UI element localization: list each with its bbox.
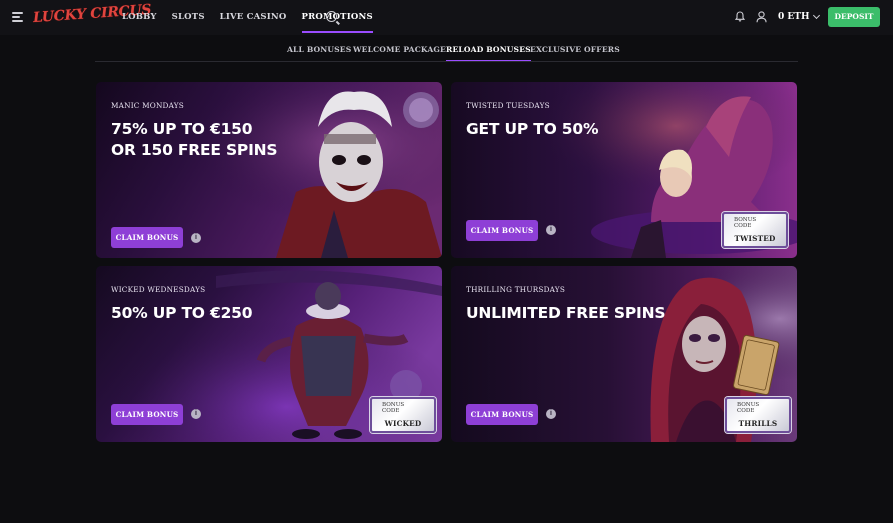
promo-headline-line-2: OR 150 FREE SPINS	[111, 141, 278, 159]
nav-item-slots[interactable]: SLOTS	[172, 0, 205, 35]
promo-headline-line-1: 75% UP TO €150	[111, 120, 253, 138]
claim-bonus-button[interactable]: CLAIM BONUS	[111, 227, 183, 248]
promo-headline-line-1: GET UP TO 50%	[466, 120, 599, 138]
info-icon[interactable]: i	[546, 409, 556, 419]
promo-headline: UNLIMITED FREE SPINS	[466, 303, 666, 324]
promo-headline: GET UP TO 50%	[466, 119, 598, 140]
promo-subtitle: MANIC MONDAYS	[111, 101, 184, 110]
tab-reload-bonuses[interactable]: RELOAD BONUSES	[446, 35, 531, 62]
bonus-code-badge: BONUS CODE TWISTED	[722, 212, 788, 248]
claim-bonus-button[interactable]: CLAIM BONUS	[111, 404, 183, 425]
promo-card-twisted-tuesdays: TWISTED TUESDAYS GET UP TO 50% CLAIM BON…	[451, 82, 797, 258]
promo-headline: 50% UP TO €250	[111, 303, 253, 324]
balance-value: 0 ETH	[778, 12, 810, 22]
bonus-code-badge: BONUS CODE WICKED	[370, 397, 436, 433]
bonus-code-label: BONUS CODE	[382, 402, 405, 415]
info-icon[interactable]: i	[191, 233, 201, 243]
menu-icon[interactable]	[12, 12, 23, 22]
promo-subtitle: THRILLING THURSDAYS	[466, 285, 566, 294]
promo-subtitle: TWISTED TUESDAYS	[466, 101, 550, 110]
promo-card-wicked-wednesdays: WICKED WEDNESDAYS 50% UP TO €250 CLAIM B…	[96, 266, 442, 442]
search-icon[interactable]	[326, 11, 337, 22]
promo-headline-line-1: 50% UP TO €250	[111, 304, 253, 322]
bonus-code-value: THRILLS	[738, 419, 778, 428]
promo-subtitle: WICKED WEDNESDAYS	[111, 285, 206, 294]
promo-card-thrilling-thursdays: THRILLING THURSDAYS UNLIMITED FREE SPINS…	[451, 266, 797, 442]
balance-dropdown[interactable]: 0 ETH	[778, 11, 821, 22]
bonus-code-label: BONUS CODE	[734, 217, 757, 230]
info-icon[interactable]: i	[191, 409, 201, 419]
chevron-down-icon	[813, 11, 821, 20]
nav-item-live-casino[interactable]: LIVE CASINO	[220, 0, 287, 35]
user-icon[interactable]	[756, 11, 767, 23]
promotion-tabs: ALL BONUSES WELCOME PACKAGE RELOAD BONUS…	[0, 35, 893, 62]
bonus-code-value: TWISTED	[734, 234, 776, 243]
bonus-code-value: WICKED	[384, 419, 422, 428]
tab-welcome-package[interactable]: WELCOME PACKAGE	[353, 35, 446, 62]
claim-bonus-button[interactable]: CLAIM BONUS	[466, 220, 538, 241]
promo-headline-line-1: UNLIMITED FREE SPINS	[466, 304, 666, 322]
main-nav: LOBBY SLOTS LIVE CASINO PROMOTIONS	[122, 0, 388, 35]
nav-item-promotions[interactable]: PROMOTIONS	[301, 0, 374, 35]
promo-card-manic-mondays: MANIC MONDAYS 75% UP TO €150 OR 150 FREE…	[96, 82, 442, 258]
info-icon[interactable]: i	[546, 225, 556, 235]
claim-bonus-button[interactable]: CLAIM BONUS	[466, 404, 538, 425]
nav-item-lobby[interactable]: LOBBY	[122, 0, 157, 35]
deposit-button[interactable]: DEPOSIT	[828, 7, 880, 27]
bonus-code-label: BONUS CODE	[737, 402, 760, 415]
tabs-divider	[95, 61, 798, 62]
promo-headline: 75% UP TO €150 OR 150 FREE SPINS	[111, 119, 278, 161]
bell-icon[interactable]	[735, 11, 745, 22]
tab-all-bonuses[interactable]: ALL BONUSES	[287, 35, 351, 62]
tab-exclusive-offers[interactable]: EXCLUSIVE OFFERS	[530, 35, 620, 62]
top-navigation-bar: LUCKY CIRCUS LOBBY SLOTS LIVE CASINO PRO…	[0, 0, 893, 35]
bonus-code-badge: BONUS CODE THRILLS	[725, 397, 791, 433]
